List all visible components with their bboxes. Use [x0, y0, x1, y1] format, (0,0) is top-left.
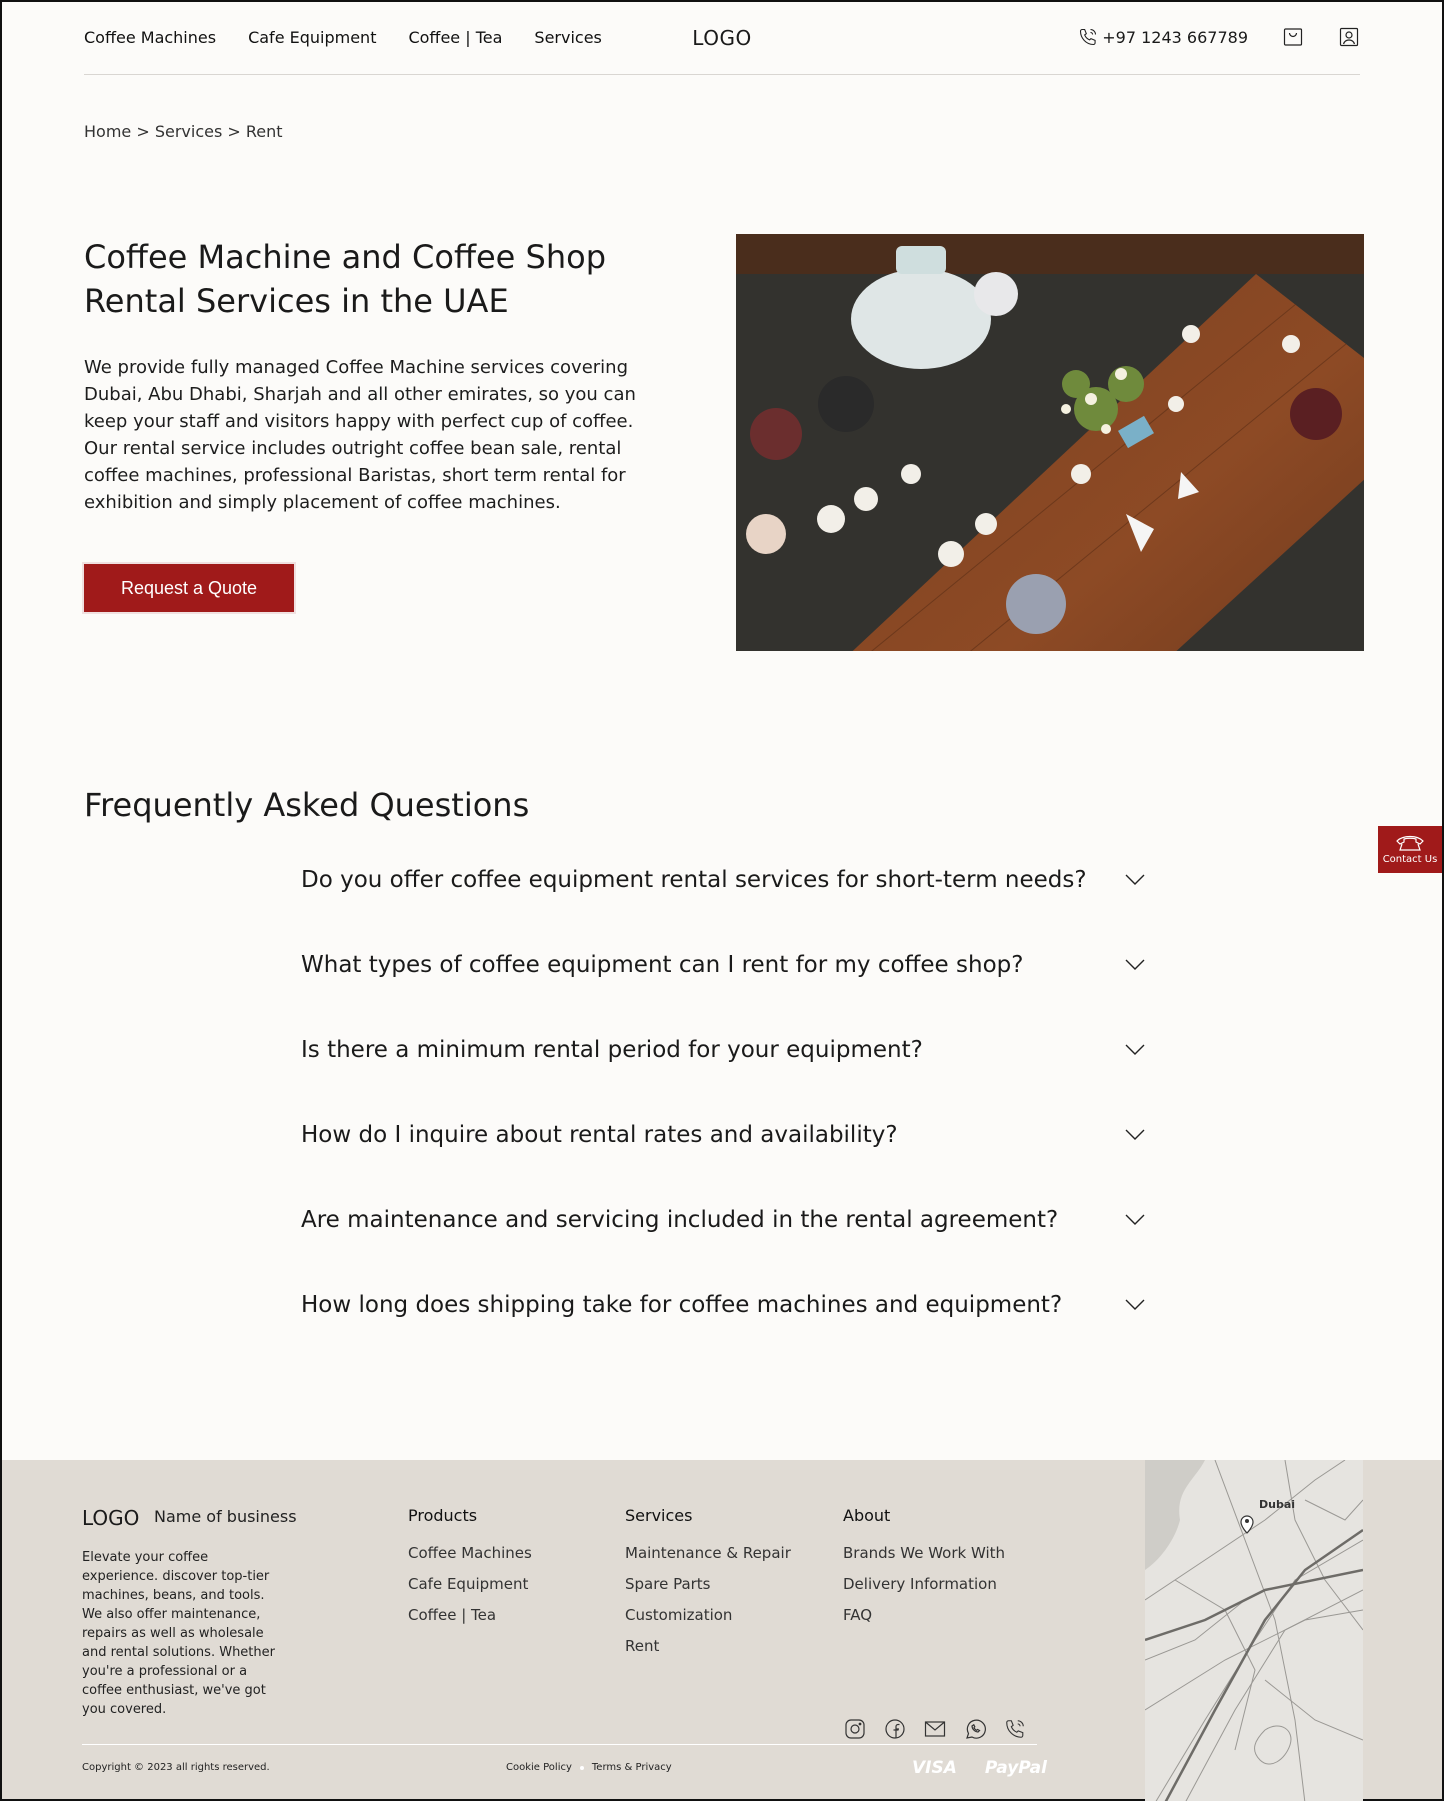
contact-us-label: Contact Us	[1382, 854, 1438, 865]
faq-title: Frequently Asked Questions	[84, 786, 530, 824]
chevron-down-icon	[1125, 874, 1145, 885]
cart-button[interactable]	[1282, 26, 1304, 48]
shopping-bag-icon	[1283, 28, 1303, 46]
user-icon	[1339, 27, 1359, 47]
phone-number: +97 1243 667789	[1102, 27, 1248, 47]
whatsapp-icon[interactable]	[964, 1718, 986, 1740]
footer-link[interactable]: Customization	[625, 1606, 791, 1624]
footer-column-title: Products	[408, 1506, 478, 1525]
footer-link[interactable]: FAQ	[843, 1606, 1005, 1624]
faq-item[interactable]: How long does shipping take for coffee m…	[301, 1289, 1147, 1374]
phone-icon	[1080, 28, 1097, 46]
legal-links: Cookie Policy Terms & Privacy	[506, 1762, 672, 1773]
chevron-down-icon	[1125, 959, 1145, 970]
location-map[interactable]: Dubai	[1145, 1460, 1363, 1801]
site-footer: LOGO Name of business Elevate your coffe…	[2, 1460, 1442, 1801]
separator-dot	[579, 1765, 584, 1770]
chevron-down-icon	[1125, 1044, 1145, 1055]
facebook-icon[interactable]	[884, 1718, 906, 1740]
footer-description: Elevate your coffee experience. discover…	[82, 1550, 275, 1717]
account-button[interactable]	[1338, 26, 1360, 48]
faq-question: Are maintenance and servicing included i…	[301, 1207, 1059, 1233]
chevron-down-icon	[1125, 1299, 1145, 1310]
faq-item[interactable]: Are maintenance and servicing included i…	[301, 1204, 1147, 1289]
chevron-down-icon	[1125, 1214, 1145, 1225]
copyright: Copyright © 2023 all rights reserved.	[82, 1762, 270, 1773]
hero-description: We provide fully managed Coffee Machine …	[84, 357, 636, 513]
faq-question: Is there a minimum rental period for you…	[301, 1037, 923, 1063]
terms-privacy-link[interactable]: Terms & Privacy	[592, 1762, 672, 1773]
telephone-icon	[1396, 835, 1424, 851]
footer-services-column: Services Maintenance & Repair Spare Part…	[625, 1506, 791, 1668]
footer-divider	[82, 1744, 1037, 1745]
faq-item[interactable]: Is there a minimum rental period for you…	[301, 1034, 1147, 1119]
footer-link[interactable]: Coffee | Tea	[408, 1606, 532, 1624]
faq-question: How do I inquire about rental rates and …	[301, 1122, 898, 1148]
cookie-policy-link[interactable]: Cookie Policy	[506, 1762, 572, 1773]
breadcrumb[interactable]: Home > Services > Rent	[84, 122, 1360, 141]
footer-logo[interactable]: LOGO	[82, 1506, 139, 1530]
instagram-icon[interactable]	[844, 1718, 866, 1740]
contact-us-tab[interactable]: Contact Us	[1378, 826, 1442, 873]
faq-question: What types of coffee equipment can I ren…	[301, 952, 1024, 978]
footer-link[interactable]: Coffee Machines	[408, 1544, 532, 1562]
site-header: Coffee Machines Cafe Equipment Coffee | …	[84, 2, 1360, 75]
mail-icon[interactable]	[924, 1718, 946, 1740]
faq-question: How long does shipping take for coffee m…	[301, 1292, 1063, 1318]
visa-logo: VISA	[912, 1758, 957, 1778]
footer-column-title: Services	[625, 1506, 693, 1525]
map-label: Dubai	[1259, 1498, 1295, 1511]
faq-item[interactable]: Do you offer coffee equipment rental ser…	[301, 864, 1147, 949]
footer-link[interactable]: Delivery Information	[843, 1575, 1005, 1593]
faq-list: Do you offer coffee equipment rental ser…	[301, 864, 1147, 1374]
paypal-logo: PayPal	[984, 1758, 1047, 1778]
social-links	[844, 1718, 1026, 1740]
footer-column-title: About	[843, 1506, 891, 1525]
business-name: Name of business	[154, 1507, 297, 1526]
footer-link[interactable]: Brands We Work With	[843, 1544, 1005, 1562]
footer-link[interactable]: Spare Parts	[625, 1575, 791, 1593]
request-quote-button[interactable]: Request a Quote	[84, 564, 294, 612]
faq-item[interactable]: What types of coffee equipment can I ren…	[301, 949, 1147, 1034]
footer-link[interactable]: Maintenance & Repair	[625, 1544, 791, 1562]
faq-item[interactable]: How do I inquire about rental rates and …	[301, 1119, 1147, 1204]
payment-methods: VISA PayPal	[912, 1758, 1047, 1778]
faq-question: Do you offer coffee equipment rental ser…	[301, 867, 1087, 893]
footer-link[interactable]: Rent	[625, 1637, 791, 1655]
chevron-down-icon	[1125, 1129, 1145, 1140]
hero-image	[736, 234, 1364, 651]
header-phone[interactable]: +97 1243 667789	[1078, 27, 1248, 47]
footer-products-column: Products Coffee Machines Cafe Equipment …	[408, 1506, 532, 1637]
footer-link[interactable]: Cafe Equipment	[408, 1575, 532, 1593]
page-title: Coffee Machine and Coffee Shop Rental Se…	[84, 238, 607, 320]
footer-about-column: About Brands We Work With Delivery Infor…	[843, 1506, 1005, 1637]
phone-icon[interactable]	[1004, 1718, 1026, 1740]
